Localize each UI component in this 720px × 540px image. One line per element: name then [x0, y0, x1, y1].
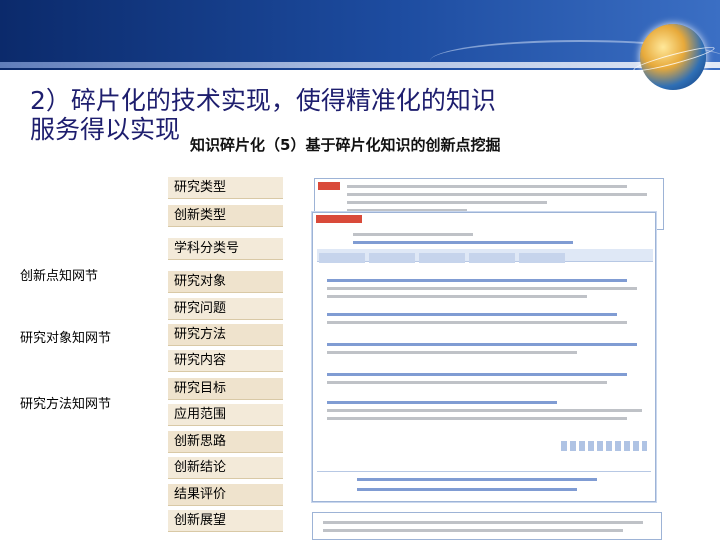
text-line	[323, 521, 643, 524]
screenshot-results-list	[312, 212, 656, 502]
text-line	[327, 295, 587, 298]
result-link	[327, 343, 637, 346]
text-line	[327, 287, 637, 290]
category-innovation-outlook[interactable]: 创新展望	[168, 510, 283, 532]
result-tabs	[317, 249, 653, 263]
slide-title-line1: 2）碎片化的技术实现，使得精准化的知识	[30, 86, 496, 115]
text-line	[353, 233, 473, 236]
text-line	[347, 193, 647, 196]
pager	[561, 441, 647, 451]
category-research-type[interactable]: 研究类型	[168, 177, 283, 199]
record-tag	[316, 215, 362, 223]
category-innovation-conclusion[interactable]: 创新结论	[168, 457, 283, 479]
text-line	[327, 417, 627, 420]
text-line	[327, 321, 627, 324]
category-result-evaluation[interactable]: 结果评价	[168, 484, 283, 506]
category-application-scope[interactable]: 应用范围	[168, 404, 283, 426]
research-method-node-label: 研究方法知网节	[20, 397, 112, 412]
category-innovation-type[interactable]: 创新类型	[168, 205, 283, 227]
text-line	[327, 409, 642, 412]
result-link	[327, 279, 627, 282]
text-line	[327, 351, 577, 354]
related-link	[357, 488, 577, 491]
category-research-content[interactable]: 研究内容	[168, 350, 283, 372]
slide-subtitle: 知识碎片化（5）基于碎片化知识的创新点挖掘	[190, 136, 501, 154]
category-innovation-idea[interactable]: 创新思路	[168, 431, 283, 453]
category-research-question[interactable]: 研究问题	[168, 298, 283, 320]
link-line	[353, 241, 573, 244]
research-object-node-label: 研究对象知网节	[20, 331, 112, 346]
related-links-box	[317, 471, 651, 498]
category-subject-code[interactable]: 学科分类号	[168, 238, 283, 260]
category-research-object[interactable]: 研究对象	[168, 271, 283, 293]
text-line	[347, 201, 547, 204]
result-link	[327, 373, 627, 376]
globe-logo	[640, 24, 706, 90]
category-research-goal[interactable]: 研究目标	[168, 378, 283, 400]
result-link	[327, 313, 617, 316]
innovation-point-node-label: 创新点知网节	[20, 269, 99, 284]
screenshot-footer-excerpt	[312, 512, 662, 540]
record-tag	[318, 182, 340, 190]
text-line	[323, 529, 623, 532]
category-research-method[interactable]: 研究方法	[168, 324, 283, 346]
related-link	[357, 478, 597, 481]
text-line	[327, 381, 607, 384]
text-line	[347, 185, 627, 188]
result-link	[327, 401, 557, 404]
